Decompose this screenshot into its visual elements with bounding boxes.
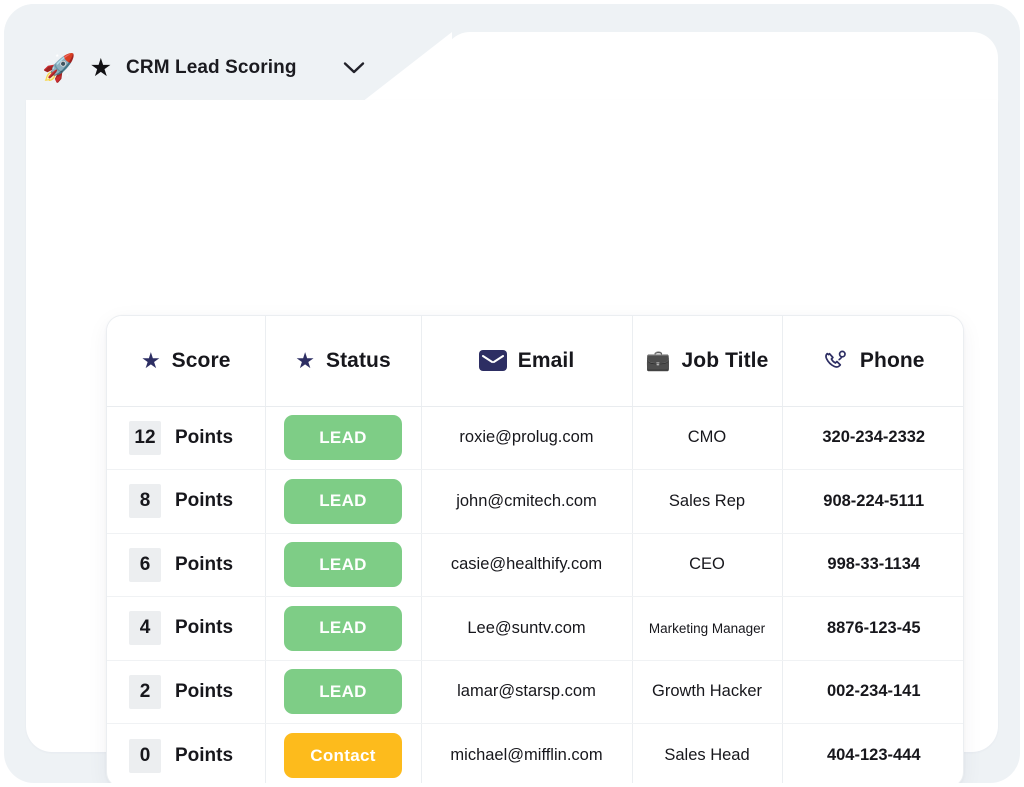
cell-email: john@cmitech.com bbox=[421, 470, 632, 534]
table-row[interactable]: 0 Points Contact michael@mifflin.comSales H… bbox=[107, 724, 964, 784]
tab-bar: 🚀 ★ CRM Lead Scoring bbox=[4, 4, 1020, 104]
phone-ring-icon bbox=[823, 349, 849, 373]
score-unit: Points bbox=[175, 617, 233, 639]
column-label: Email bbox=[518, 349, 575, 373]
column-label: Job Title bbox=[682, 349, 769, 373]
score-value: 8 bbox=[129, 484, 161, 518]
cell-email: roxie@prolug.com bbox=[421, 406, 632, 470]
cell-phone: 002-234-141 bbox=[782, 660, 964, 724]
lead-table: ★ Score ★ Status bbox=[107, 316, 964, 783]
cell-phone: 8876-123-45 bbox=[782, 597, 964, 661]
star-icon: ★ bbox=[90, 56, 112, 81]
score-unit: Points bbox=[175, 427, 233, 449]
score-unit: Points bbox=[175, 681, 233, 703]
cell-status: LEAD bbox=[265, 660, 421, 724]
score-unit: Points bbox=[175, 490, 233, 512]
envelope-icon bbox=[479, 350, 507, 371]
cell-status: LEAD bbox=[265, 470, 421, 534]
cell-status: LEAD bbox=[265, 597, 421, 661]
score-value: 0 bbox=[129, 739, 161, 773]
score-value: 4 bbox=[129, 611, 161, 645]
status-badge[interactable]: LEAD bbox=[284, 542, 402, 587]
table-header: ★ Score ★ Status bbox=[107, 316, 964, 406]
column-header-phone[interactable]: Phone bbox=[782, 316, 964, 406]
status-badge[interactable]: LEAD bbox=[284, 669, 402, 714]
score-unit: Points bbox=[175, 554, 233, 576]
status-badge[interactable]: LEAD bbox=[284, 479, 402, 524]
column-label: Status bbox=[326, 349, 391, 373]
score-unit: Points bbox=[175, 745, 233, 767]
cell-status: Contact bbox=[265, 724, 421, 784]
status-badge[interactable]: Contact bbox=[284, 733, 402, 778]
cell-score: 8 Points bbox=[107, 470, 265, 534]
cell-phone: 998-33-1134 bbox=[782, 533, 964, 597]
column-header-email[interactable]: Email bbox=[421, 316, 632, 406]
table-row[interactable]: 4 Points LEAD Lee@suntv.comMarketing Manage… bbox=[107, 597, 964, 661]
app-tab[interactable]: 🚀 ★ CRM Lead Scoring bbox=[26, 32, 387, 104]
cell-job-title: Growth Hacker bbox=[632, 660, 782, 724]
cell-email: lamar@starsp.com bbox=[421, 660, 632, 724]
cell-job-title: Sales Head bbox=[632, 724, 782, 784]
cell-job-title: Marketing Manager bbox=[632, 597, 782, 661]
cell-email: Lee@suntv.com bbox=[421, 597, 632, 661]
table-row[interactable]: 12 Points LEAD roxie@prolug.comCMO320-234-2… bbox=[107, 406, 964, 470]
column-header-status[interactable]: ★ Status bbox=[265, 316, 421, 406]
column-label: Score bbox=[172, 349, 231, 373]
star-icon: ★ bbox=[295, 350, 315, 372]
star-icon: ★ bbox=[141, 350, 161, 372]
column-header-job-title[interactable]: 💼 Job Title bbox=[632, 316, 782, 406]
app-window: 🚀 ★ CRM Lead Scoring bbox=[4, 4, 1020, 783]
cell-job-title: CEO bbox=[632, 533, 782, 597]
cell-score: 0 Points bbox=[107, 724, 265, 784]
table-row[interactable]: 8 Points LEAD john@cmitech.comSales Rep908-… bbox=[107, 470, 964, 534]
chevron-down-icon[interactable] bbox=[343, 61, 365, 75]
cell-score: 6 Points bbox=[107, 533, 265, 597]
card-top-right-fill bbox=[444, 32, 998, 102]
column-header-score[interactable]: ★ Score bbox=[107, 316, 265, 406]
status-badge[interactable]: LEAD bbox=[284, 415, 402, 460]
status-badge[interactable]: LEAD bbox=[284, 606, 402, 651]
cell-email: casie@healthify.com bbox=[421, 533, 632, 597]
cell-phone: 908-224-5111 bbox=[782, 470, 964, 534]
cell-score: 4 Points bbox=[107, 597, 265, 661]
cell-status: LEAD bbox=[265, 406, 421, 470]
content-card: ★ Score ★ Status bbox=[26, 100, 998, 752]
cell-email: michael@mifflin.com bbox=[421, 724, 632, 784]
cell-score: 2 Points bbox=[107, 660, 265, 724]
cell-job-title: Sales Rep bbox=[632, 470, 782, 534]
cell-score: 12 Points bbox=[107, 406, 265, 470]
cell-phone: 404-123-444 bbox=[782, 724, 964, 784]
table-row[interactable]: 6 Points LEAD casie@healthify.comCEO998-33-… bbox=[107, 533, 964, 597]
table-row[interactable]: 2 Points LEAD lamar@starsp.comGrowth Hacker… bbox=[107, 660, 964, 724]
briefcase-icon: 💼 bbox=[646, 351, 671, 371]
column-label: Phone bbox=[860, 349, 925, 373]
cell-job-title: CMO bbox=[632, 406, 782, 470]
score-value: 2 bbox=[129, 675, 161, 709]
table-body: 12 Points LEAD roxie@prolug.comCMO320-234-2… bbox=[107, 406, 964, 783]
app-title: CRM Lead Scoring bbox=[126, 57, 297, 79]
table-header-row: ★ Score ★ Status bbox=[107, 316, 964, 406]
lead-table-card: ★ Score ★ Status bbox=[106, 315, 964, 783]
cell-status: LEAD bbox=[265, 533, 421, 597]
rocket-icon: 🚀 bbox=[42, 55, 76, 82]
cell-phone: 320-234-2332 bbox=[782, 406, 964, 470]
score-value: 6 bbox=[129, 548, 161, 582]
score-value: 12 bbox=[129, 421, 161, 455]
